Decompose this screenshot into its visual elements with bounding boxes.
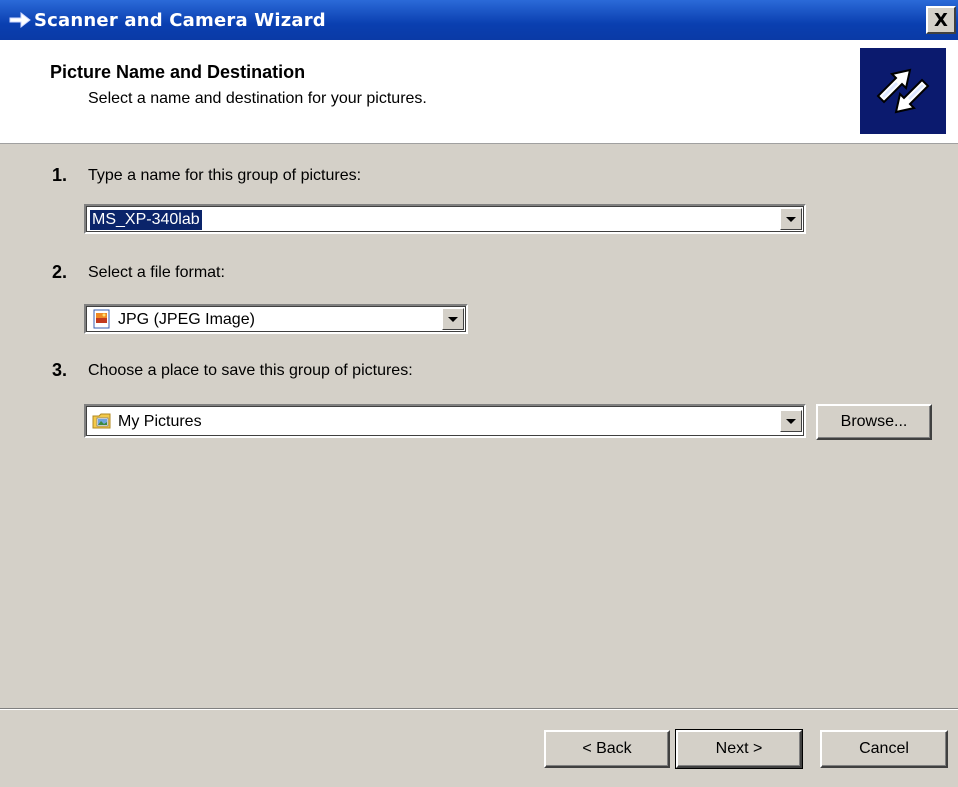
save-location-value: My Pictures (118, 413, 202, 430)
wizard-window: Scanner and Camera Wizard X Picture Name… (0, 0, 958, 787)
cancel-button-label: Cancel (859, 740, 909, 757)
group-name-dropdown-button[interactable] (780, 208, 802, 230)
step-2-label: Select a file format: (88, 264, 225, 281)
close-button[interactable]: X (926, 6, 956, 34)
chevron-down-icon (786, 418, 796, 424)
save-location-combobox[interactable]: My Pictures (84, 404, 806, 438)
scanner-camera-arrows-icon (860, 48, 946, 134)
save-location-dropdown-button[interactable] (780, 410, 802, 432)
step-2-number: 2. (52, 262, 68, 282)
back-button-label: < Back (582, 740, 632, 757)
next-button-label: Next > (715, 740, 763, 757)
back-button[interactable]: < Back (544, 730, 670, 768)
next-button[interactable]: Next > (675, 729, 803, 769)
wizard-header: Picture Name and Destination Select a na… (0, 40, 958, 144)
wizard-arrow-icon (6, 0, 34, 40)
my-pictures-folder-icon (92, 411, 112, 431)
page-subtitle: Select a name and destination for your p… (88, 90, 427, 107)
step-1-label: Type a name for this group of pictures: (88, 167, 362, 184)
chevron-down-icon (786, 216, 796, 222)
step-3-number: 3. (52, 360, 68, 380)
footer-separator (0, 708, 958, 710)
browse-button[interactable]: Browse... (816, 404, 932, 440)
file-format-value: JPG (JPEG Image) (118, 311, 255, 328)
jpeg-file-icon (92, 309, 112, 329)
title-bar[interactable]: Scanner and Camera Wizard X (0, 0, 958, 40)
step-3-label: Choose a place to save this group of pic… (88, 362, 413, 379)
file-format-combobox[interactable]: JPG (JPEG Image) (84, 304, 468, 334)
group-name-value[interactable]: MS_XP-340lab (90, 210, 202, 230)
page-title: Picture Name and Destination (50, 62, 306, 82)
step-1-number: 1. (52, 165, 68, 185)
browse-button-label: Browse... (840, 413, 908, 430)
window-title: Scanner and Camera Wizard (34, 9, 326, 31)
close-icon: X (934, 9, 948, 31)
cancel-button[interactable]: Cancel (820, 730, 948, 768)
group-name-combobox[interactable]: MS_XP-340lab (84, 204, 806, 234)
chevron-down-icon (448, 316, 458, 322)
file-format-dropdown-button[interactable] (442, 308, 464, 330)
